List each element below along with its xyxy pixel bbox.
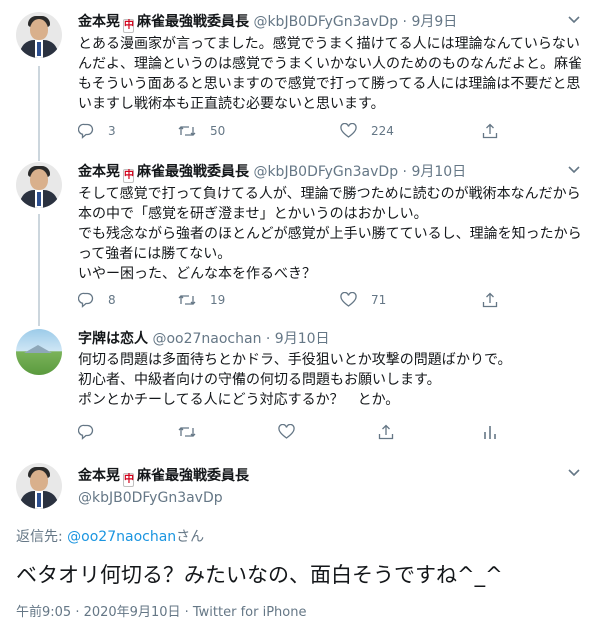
- reply-icon: [78, 292, 94, 308]
- display-name-suffix[interactable]: 麻雀最強戦委員長: [137, 468, 249, 484]
- like-icon: [340, 292, 357, 307]
- like-count: 71: [371, 293, 387, 307]
- retweet-count: 50: [210, 124, 226, 138]
- share-icon: [482, 292, 498, 308]
- analytics-button[interactable]: [482, 423, 512, 441]
- analytics-icon: [484, 426, 496, 439]
- share-icon: [378, 424, 394, 440]
- avatar[interactable]: [16, 463, 62, 509]
- reply-button[interactable]: 3: [78, 122, 116, 140]
- tweet[interactable]: 字牌は恋人 @oo27naochan · 9月10日 何切る問題は多面待ちとかド…: [0, 317, 598, 455]
- display-name[interactable]: 金本晃: [78, 468, 120, 484]
- tweet-header: 字牌は恋人 @oo27naochan · 9月10日: [78, 328, 330, 348]
- reply-count: 3: [108, 124, 116, 138]
- display-name-suffix[interactable]: 麻雀最強戦委員長: [137, 164, 249, 180]
- tweet-timestamp[interactable]: 午前9:05 · 2020年9月10日 · Twitter for iPhone: [16, 601, 306, 620]
- display-name[interactable]: 金本晃: [78, 164, 120, 180]
- main-tweet-header: 金本晃中麻雀最強戦委員長 @kbJB0DFyGn3avDp: [78, 465, 249, 506]
- display-name-suffix[interactable]: 麻雀最強戦委員長: [137, 14, 249, 30]
- share-button[interactable]: [378, 423, 408, 441]
- tweet-text: そして感覚で打って負けてる人が、理論で勝つために読むのが戦術本なんだから本の中で…: [78, 186, 582, 282]
- share-button[interactable]: [482, 291, 512, 309]
- like-button[interactable]: [278, 423, 309, 441]
- replying-to: 返信先: @oo27naochanさん: [16, 526, 204, 546]
- tweet[interactable]: 金本晃中麻雀最強戦委員長 @kbJB0DFyGn3avDp · 9月9日 とある…: [0, 0, 598, 155]
- main-tweet-text: ベタオリ何切る？みたいなの、面白そうですね^_^: [16, 563, 503, 587]
- reply-button[interactable]: 8: [78, 291, 116, 309]
- caret-down-icon[interactable]: [568, 16, 580, 24]
- replying-to-label: 返信先:: [16, 529, 68, 545]
- tweet-date[interactable]: · 9月10日: [403, 164, 467, 180]
- tweet-actions: 8 19 71: [78, 291, 518, 309]
- caret-down-icon[interactable]: [568, 166, 580, 174]
- reply-icon: [78, 424, 94, 440]
- like-icon: [340, 123, 357, 138]
- tweet-actions: 3 50 224: [78, 122, 518, 140]
- user-handle[interactable]: @kbJB0DFyGn3avDp: [78, 490, 249, 506]
- retweet-icon: [178, 427, 196, 437]
- tweet-date[interactable]: · 9月10日: [266, 331, 330, 347]
- user-handle[interactable]: @oo27naochan: [152, 331, 261, 347]
- like-button[interactable]: 71: [340, 291, 386, 309]
- retweet-icon: [178, 295, 196, 305]
- mahjong-tile-icon: 中: [123, 473, 134, 487]
- mahjong-tile-icon: 中: [123, 19, 134, 33]
- user-handle[interactable]: @kbJB0DFyGn3avDp: [253, 14, 398, 30]
- like-button[interactable]: 224: [340, 122, 394, 140]
- tweet-header: 金本晃中麻雀最強戦委員長 @kbJB0DFyGn3avDp · 9月9日: [78, 11, 457, 33]
- reply-icon: [78, 123, 94, 139]
- tweet-date[interactable]: · 9月9日: [403, 14, 458, 30]
- main-tweet: 金本晃中麻雀最強戦委員長 @kbJB0DFyGn3avDp 返信先: @oo27…: [0, 455, 598, 621]
- display-name[interactable]: 金本晃: [78, 14, 120, 30]
- tweet-actions: [78, 423, 518, 441]
- user-handle[interactable]: @kbJB0DFyGn3avDp: [253, 164, 398, 180]
- retweet-button[interactable]: [178, 423, 210, 441]
- display-name[interactable]: 字牌は恋人: [78, 331, 148, 347]
- tweet-header: 金本晃中麻雀最強戦委員長 @kbJB0DFyGn3avDp · 9月10日: [78, 161, 466, 183]
- replying-to-handle[interactable]: @oo27naochan: [67, 529, 176, 545]
- replying-to-suffix: さん: [176, 529, 205, 545]
- tweet[interactable]: 金本晃中麻雀最強戦委員長 @kbJB0DFyGn3avDp · 9月10日 そし…: [0, 155, 598, 317]
- caret-down-icon[interactable]: [568, 469, 580, 477]
- reply-count: 8: [108, 293, 116, 307]
- share-icon: [482, 123, 498, 139]
- tweet-text: とある漫画家が言ってました。感覚でうまく描けてる人には理論なんていらないんだよ、…: [78, 36, 582, 112]
- share-button[interactable]: [482, 122, 512, 140]
- like-icon: [278, 424, 295, 439]
- reply-button[interactable]: [78, 423, 108, 441]
- retweet-button[interactable]: 50: [178, 122, 225, 140]
- avatar[interactable]: [16, 329, 62, 375]
- retweet-count: 19: [210, 293, 226, 307]
- mahjong-tile-icon: 中: [123, 169, 134, 183]
- avatar[interactable]: [16, 12, 62, 58]
- retweet-icon: [178, 126, 196, 136]
- avatar[interactable]: [16, 162, 62, 208]
- tweet-text: 何切る問題は多面待ちとかドラ、手役狙いとか攻撃の問題ばかりで。 初心者、中級者向…: [78, 352, 512, 408]
- like-count: 224: [371, 124, 394, 138]
- retweet-button[interactable]: 19: [178, 291, 225, 309]
